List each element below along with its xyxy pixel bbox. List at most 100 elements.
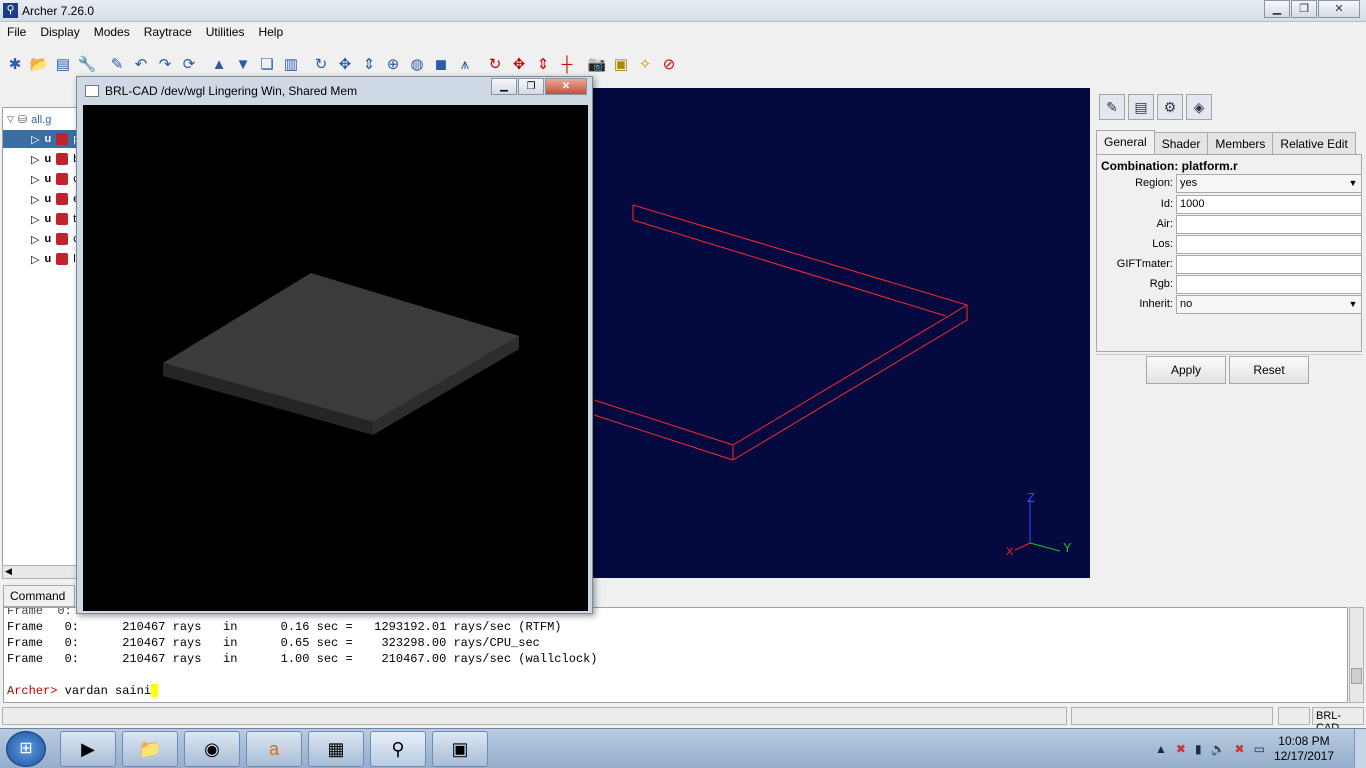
undo-icon[interactable]: ↶	[130, 53, 152, 75]
platform-wireframe-side	[732, 305, 968, 461]
new-icon[interactable]: ✱	[4, 53, 26, 75]
platform-wireframe-back	[632, 219, 947, 317]
air-field[interactable]	[1176, 215, 1362, 234]
status-field	[1071, 707, 1273, 725]
refresh-icon[interactable]: ⟳	[178, 53, 200, 75]
tab-members[interactable]: Members	[1207, 132, 1274, 154]
open-icon[interactable]: 📂	[28, 53, 50, 75]
battery-icon[interactable]: ▭	[1254, 742, 1265, 756]
center-icon[interactable]: ⊕	[382, 53, 404, 75]
region-label: Region:	[1135, 177, 1173, 189]
tab-relative-edit[interactable]: Relative Edit	[1272, 132, 1356, 154]
region-icon	[56, 173, 69, 185]
wrench-icon[interactable]: 🔧	[76, 53, 98, 75]
menu-display[interactable]: Display	[33, 25, 86, 39]
file-explorer-icon[interactable]: 📁	[122, 731, 178, 767]
start-button[interactable]: ⊞	[6, 731, 46, 767]
raytrace-window[interactable]: BRL-CAD /dev/wgl Lingering Win, Shared M…	[76, 76, 593, 614]
raytrace-close-button[interactable]: ✕	[545, 78, 587, 95]
rotate-icon[interactable]: ↻	[484, 53, 506, 75]
power-icon[interactable]: ✖	[1235, 742, 1245, 756]
media-player-icon[interactable]: ▶	[60, 731, 116, 767]
stop-icon[interactable]: ⊘	[658, 53, 680, 75]
menu-file[interactable]: File	[0, 25, 33, 39]
copy-icon[interactable]: ❏	[256, 53, 278, 75]
chrome-icon[interactable]: ◉	[184, 731, 240, 767]
apply-button[interactable]: Apply	[1146, 356, 1226, 384]
brlcad-window-taskbar-icon[interactable]: ▣	[432, 731, 488, 767]
rgb-field[interactable]	[1176, 275, 1362, 294]
tab-shader[interactable]: Shader	[1153, 132, 1209, 154]
inherit-select[interactable]: no ▼	[1176, 295, 1362, 314]
clean-icon[interactable]: ✧	[634, 53, 656, 75]
translate-icon[interactable]: ✥	[508, 53, 530, 75]
render-icon[interactable]: ▣	[610, 53, 632, 75]
console-input[interactable]: vardan saini	[57, 684, 151, 698]
raytrace-minimize-button[interactable]: ▁	[491, 78, 517, 95]
rotate-view-icon[interactable]: ↻	[310, 53, 332, 75]
region-select[interactable]: yes ▼	[1176, 174, 1362, 193]
platform-top-face	[163, 273, 519, 422]
network-icon[interactable]: ▮	[1195, 742, 1202, 756]
menu-help[interactable]: Help	[251, 25, 290, 39]
show-hidden-icons-icon[interactable]: ▲	[1155, 742, 1167, 756]
globe-icon[interactable]: ◍	[406, 53, 428, 75]
expand-arrow-icon[interactable]: ▷	[31, 173, 39, 186]
expand-arrow-icon[interactable]: ▷	[31, 193, 39, 206]
control-panel-icon[interactable]: ▦	[308, 731, 364, 767]
wizard-icon[interactable]: ▲	[208, 53, 230, 75]
expand-arrow-icon[interactable]: ▷	[31, 213, 39, 226]
tab-general[interactable]: General	[1096, 130, 1155, 154]
edit-object-icon[interactable]: ✎	[1099, 94, 1125, 120]
menu-raytrace[interactable]: Raytrace	[137, 25, 199, 39]
expand-arrow-icon[interactable]: ▷	[31, 153, 39, 166]
menu-modes[interactable]: Modes	[87, 25, 137, 39]
scale-icon[interactable]: ⇕	[358, 53, 380, 75]
clock[interactable]: 10:08 PM 12/17/2017	[1274, 734, 1334, 764]
expand-arrow-icon[interactable]: ▷	[31, 133, 39, 146]
action-center-icon[interactable]: ✖	[1176, 742, 1186, 756]
archer-logo-icon: ⚲	[3, 3, 18, 18]
expand-arrow-icon[interactable]: ▷	[31, 233, 39, 246]
reset-button[interactable]: Reset	[1229, 356, 1309, 384]
compass-icon[interactable]: ⩚	[454, 53, 476, 75]
center-obj-icon[interactable]: ┼	[556, 53, 578, 75]
pan-icon[interactable]: ✥	[334, 53, 356, 75]
layer-icon[interactable]: ◈	[1186, 94, 1212, 120]
edit-icon[interactable]: ✎	[106, 53, 128, 75]
cube-icon[interactable]: ◼	[430, 53, 452, 75]
save-icon[interactable]: ▤	[52, 53, 74, 75]
expand-arrow-icon[interactable]: ▷	[31, 253, 39, 266]
scale-obj-icon[interactable]: ⇕	[532, 53, 554, 75]
dropdown-icon[interactable]: ▼	[232, 53, 254, 75]
show-desktop-button[interactable]	[1354, 729, 1366, 768]
chevron-down-icon[interactable]: ▼	[1346, 297, 1360, 312]
menu-utilities[interactable]: Utilities	[199, 25, 252, 39]
console-input-line[interactable]: Archer> vardan saini	[7, 684, 159, 699]
graphics-viewport[interactable]: Z Y X	[590, 88, 1090, 578]
chevron-down-icon[interactable]: ▼	[1346, 176, 1360, 191]
volume-icon[interactable]: 🔊	[1211, 742, 1226, 756]
gear-icon[interactable]: ⚙	[1157, 94, 1183, 120]
los-field[interactable]	[1176, 235, 1362, 254]
minimize-button[interactable]: ▁	[1264, 0, 1290, 18]
archer-taskbar-icon[interactable]: ⚲	[370, 731, 426, 767]
avast-icon[interactable]: a	[246, 731, 302, 767]
giftmater-field[interactable]	[1176, 255, 1362, 274]
raytrace-maximize-button[interactable]: ❐	[518, 78, 544, 95]
console-scrollbar[interactable]	[1349, 607, 1364, 703]
tab-command[interactable]: Command	[3, 585, 75, 607]
camera-icon[interactable]: 📷	[586, 53, 608, 75]
region-icon	[56, 193, 69, 205]
scrollbar-thumb[interactable]	[1351, 668, 1362, 684]
chart-icon[interactable]: ▥	[280, 53, 302, 75]
tree-root[interactable]: ▽ ⛁ all.g	[7, 113, 51, 127]
maximize-button[interactable]: ❐	[1291, 0, 1317, 18]
redo-icon[interactable]: ↷	[154, 53, 176, 75]
command-console[interactable]: Frame 0: Frame 0: 210467 rays in 0.16 se…	[3, 607, 1348, 703]
system-tray: ▲ ✖ ▮ 🔊 ✖ ▭ 10:08 PM 12/17/2017	[1155, 729, 1366, 768]
text-panel-icon[interactable]: ▤	[1128, 94, 1154, 120]
id-field[interactable]: 1000	[1176, 195, 1362, 214]
close-button[interactable]: ✕	[1318, 0, 1360, 18]
expand-icon[interactable]: ▽	[7, 114, 14, 125]
